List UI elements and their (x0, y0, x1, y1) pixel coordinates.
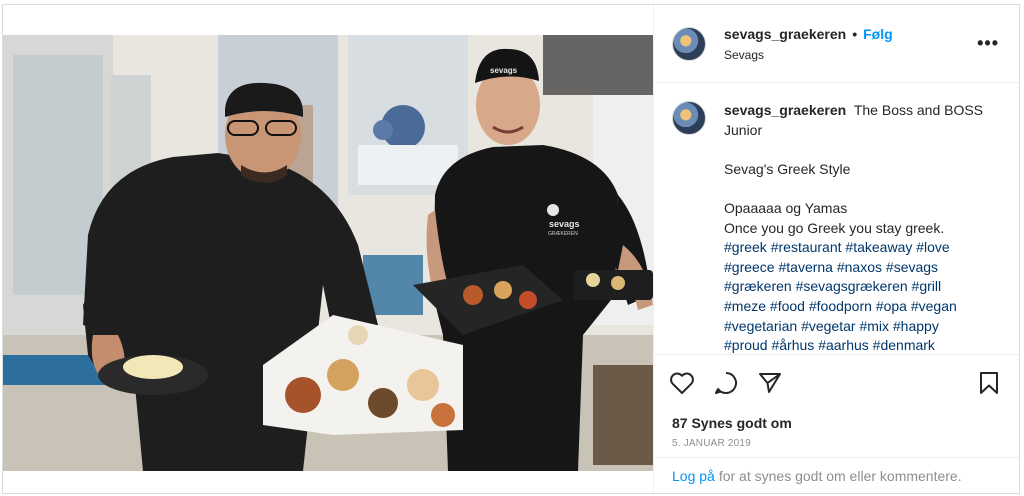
avatar[interactable] (672, 26, 706, 61)
comment-icon[interactable] (712, 369, 740, 397)
header-text: sevags_graekeren • Følg Sevags (724, 26, 973, 62)
post-actions (654, 355, 1019, 411)
apron-logo-subtext: GRÆKEREN (548, 231, 578, 237)
header-username-line: sevags_graekeren • Følg (724, 26, 973, 42)
bookmark-icon[interactable] (975, 369, 1003, 397)
post-date[interactable]: 5. JANUAR 2019 (654, 438, 1019, 449)
hashtag-link[interactable]: #restaurant (771, 239, 842, 255)
hashtag-link[interactable]: #grill (912, 278, 942, 294)
login-prompt: Log på for at synes godt om eller kommen… (654, 457, 1019, 493)
hashtag-link[interactable]: #opa (876, 298, 907, 314)
hashtag-link[interactable]: #foodporn (809, 298, 872, 314)
username-link[interactable]: sevags_graekeren (724, 26, 846, 42)
post-sidebar: sevags_graekeren • Følg Sevags ••• sevag… (653, 5, 1019, 493)
post-photo[interactable]: sevags GRÆKEREN sevags (3, 5, 653, 493)
hashtag-row: #vegetarian #vegetar #mix #happy (724, 317, 1003, 337)
hashtag-row: #greece #taverna #naxos #sevags (724, 258, 1003, 278)
more-options-icon[interactable]: ••• (973, 29, 1003, 58)
apron-logo-text: sevags (549, 219, 580, 229)
hashtag-link[interactable]: #sevags (886, 259, 938, 275)
hashtag-link[interactable]: #takeaway (845, 239, 912, 255)
location-link[interactable]: Sevags (724, 48, 973, 62)
caption-line: Once you go Greek you stay greek. (724, 219, 945, 236)
hashtag-link[interactable]: #greece (724, 259, 775, 275)
hashtag-row: #proud #århus #aarhus #denmark (724, 336, 1003, 354)
hashtag-link[interactable]: #vegan (911, 298, 957, 314)
hashtag-link[interactable]: #mix (859, 318, 889, 334)
hashtag-link[interactable]: #vegetar (801, 318, 855, 334)
caption-avatar[interactable] (672, 101, 706, 135)
hashtag-link[interactable]: #aarhus (818, 337, 869, 353)
hashtag-row: #meze #food #foodporn #opa #vegan (724, 297, 1003, 317)
caption-text: sevags_graekeren The Boss and BOSS Junio… (724, 101, 1003, 354)
caption-line: Opaaaaa og Yamas (724, 199, 848, 216)
caption-line: Sevag's Greek Style (724, 160, 851, 177)
caption-line: The Boss and BOSS (853, 102, 984, 118)
login-prompt-text: for at synes godt om eller kommentere. (718, 467, 962, 484)
share-icon[interactable] (756, 369, 784, 397)
hashtag-list: #greek #restaurant #takeaway #love #gree… (724, 238, 1003, 354)
hashtag-link[interactable]: #denmark (873, 337, 935, 353)
hashtag-link[interactable]: #proud (724, 337, 768, 353)
login-link[interactable]: Log på (672, 468, 715, 484)
hashtag-link[interactable]: #vegetarian (724, 318, 797, 334)
instagram-post: sevags GRÆKEREN sevags sevags_graekeren … (2, 4, 1020, 494)
hashtag-link[interactable]: #århus (771, 337, 814, 353)
hashtag-link[interactable]: #taverna (778, 259, 832, 275)
hashtag-link[interactable]: #grækeren (724, 278, 792, 294)
separator-dot: • (852, 25, 858, 42)
restaurant-photo-illustration: sevags GRÆKEREN sevags (3, 35, 653, 471)
hashtag-link[interactable]: #happy (893, 318, 939, 334)
caption-first-line: sevags_graekeren The Boss and BOSS (724, 101, 1003, 121)
likes-count[interactable]: 87 Synes godt om (654, 415, 1019, 431)
hashtag-link[interactable]: #naxos (837, 259, 882, 275)
hashtag-link[interactable]: #greek (724, 239, 767, 255)
photo-frame: sevags GRÆKEREN sevags (3, 35, 653, 471)
hashtag-link[interactable]: #love (916, 239, 949, 255)
hashtag-link[interactable]: #food (770, 298, 805, 314)
cap-logo-text: sevags (490, 66, 518, 75)
follow-button[interactable]: Følg (863, 26, 893, 42)
caption-username-link[interactable]: sevags_graekeren (724, 102, 846, 118)
caption-section: sevags_graekeren The Boss and BOSS Junio… (654, 83, 1019, 355)
hashtag-link[interactable]: #sevagsgrækeren (796, 278, 908, 294)
hashtag-row: #greek #restaurant #takeaway #love (724, 238, 1003, 258)
hashtag-link[interactable]: #meze (724, 298, 766, 314)
hashtag-row: #grækeren #sevagsgrækeren #grill (724, 277, 1003, 297)
post-header: sevags_graekeren • Følg Sevags ••• (654, 5, 1019, 83)
heart-icon[interactable] (668, 369, 696, 397)
caption-line: Junior (724, 121, 763, 138)
